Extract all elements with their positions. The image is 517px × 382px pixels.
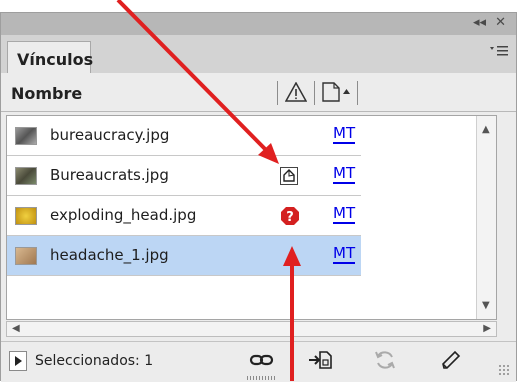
modified-icon[interactable] <box>280 167 298 189</box>
page-link[interactable]: MT <box>333 164 356 184</box>
update-link-icon[interactable] <box>373 349 397 375</box>
page-link[interactable]: MT <box>333 124 356 144</box>
scroll-up-icon[interactable]: ▲ <box>482 124 490 135</box>
list-item[interactable]: exploding_head.jpg ? MT <box>7 196 361 236</box>
thumbnail-image <box>15 207 37 225</box>
list-item[interactable]: bureaucracy.jpg MT <box>7 116 361 156</box>
panel-footer: Seleccionados: 1 <box>1 341 516 382</box>
horizontal-scrollbar[interactable]: ◀ ▶ <box>6 321 497 337</box>
links-list: bureaucracy.jpg MT Bureaucrats.jpg MT ex… <box>6 115 497 320</box>
relink-icon[interactable] <box>249 349 275 375</box>
resize-handle-dots[interactable] <box>247 376 277 380</box>
status-column-warning-icon[interactable] <box>284 81 308 106</box>
links-panel: ◂◂ ✕ Vínculos Nombre bureaucracy.jpg MT … <box>0 12 517 382</box>
edit-original-icon[interactable] <box>439 349 463 375</box>
selection-count: Seleccionados: 1 <box>35 353 154 369</box>
scroll-left-icon[interactable]: ◀ <box>12 323 20 334</box>
thumbnail-image <box>15 127 37 145</box>
scroll-right-icon[interactable]: ▶ <box>483 323 491 334</box>
expand-info-button[interactable] <box>9 351 27 371</box>
link-filename: bureaucracy.jpg <box>50 126 170 144</box>
page-column-icon[interactable] <box>322 82 354 106</box>
thumbnail-image <box>15 247 37 265</box>
resize-grip[interactable] <box>498 364 510 376</box>
scroll-down-icon[interactable]: ▼ <box>482 300 490 311</box>
close-icon[interactable]: ✕ <box>495 15 506 30</box>
link-filename: headache_1.jpg <box>50 246 169 264</box>
vertical-scrollbar[interactable]: ▲ ▼ <box>476 116 496 319</box>
panel-titlebar: ◂◂ ✕ <box>1 13 516 36</box>
column-name-header[interactable]: Nombre <box>11 84 82 103</box>
column-header: Nombre <box>1 73 516 112</box>
panel-menu-icon[interactable] <box>490 45 508 61</box>
thumbnail-image <box>15 167 37 185</box>
column-separator <box>314 81 315 105</box>
list-item[interactable]: Bureaucrats.jpg MT <box>7 156 361 196</box>
column-separator <box>357 81 358 105</box>
link-filename: exploding_head.jpg <box>50 206 197 224</box>
svg-text:?: ? <box>286 210 294 225</box>
collapse-icon[interactable]: ◂◂ <box>473 15 486 30</box>
page-link[interactable]: MT <box>333 244 356 264</box>
column-separator <box>277 81 278 105</box>
page-link[interactable]: MT <box>333 204 356 224</box>
tab-vinculos[interactable]: Vínculos <box>7 41 93 73</box>
missing-link-icon[interactable]: ? <box>280 206 300 230</box>
tab-row: Vínculos <box>1 35 516 74</box>
go-to-link-icon[interactable] <box>307 349 333 375</box>
list-item-selected[interactable]: headache_1.jpg MT <box>7 236 361 276</box>
link-filename: Bureaucrats.jpg <box>50 166 169 184</box>
